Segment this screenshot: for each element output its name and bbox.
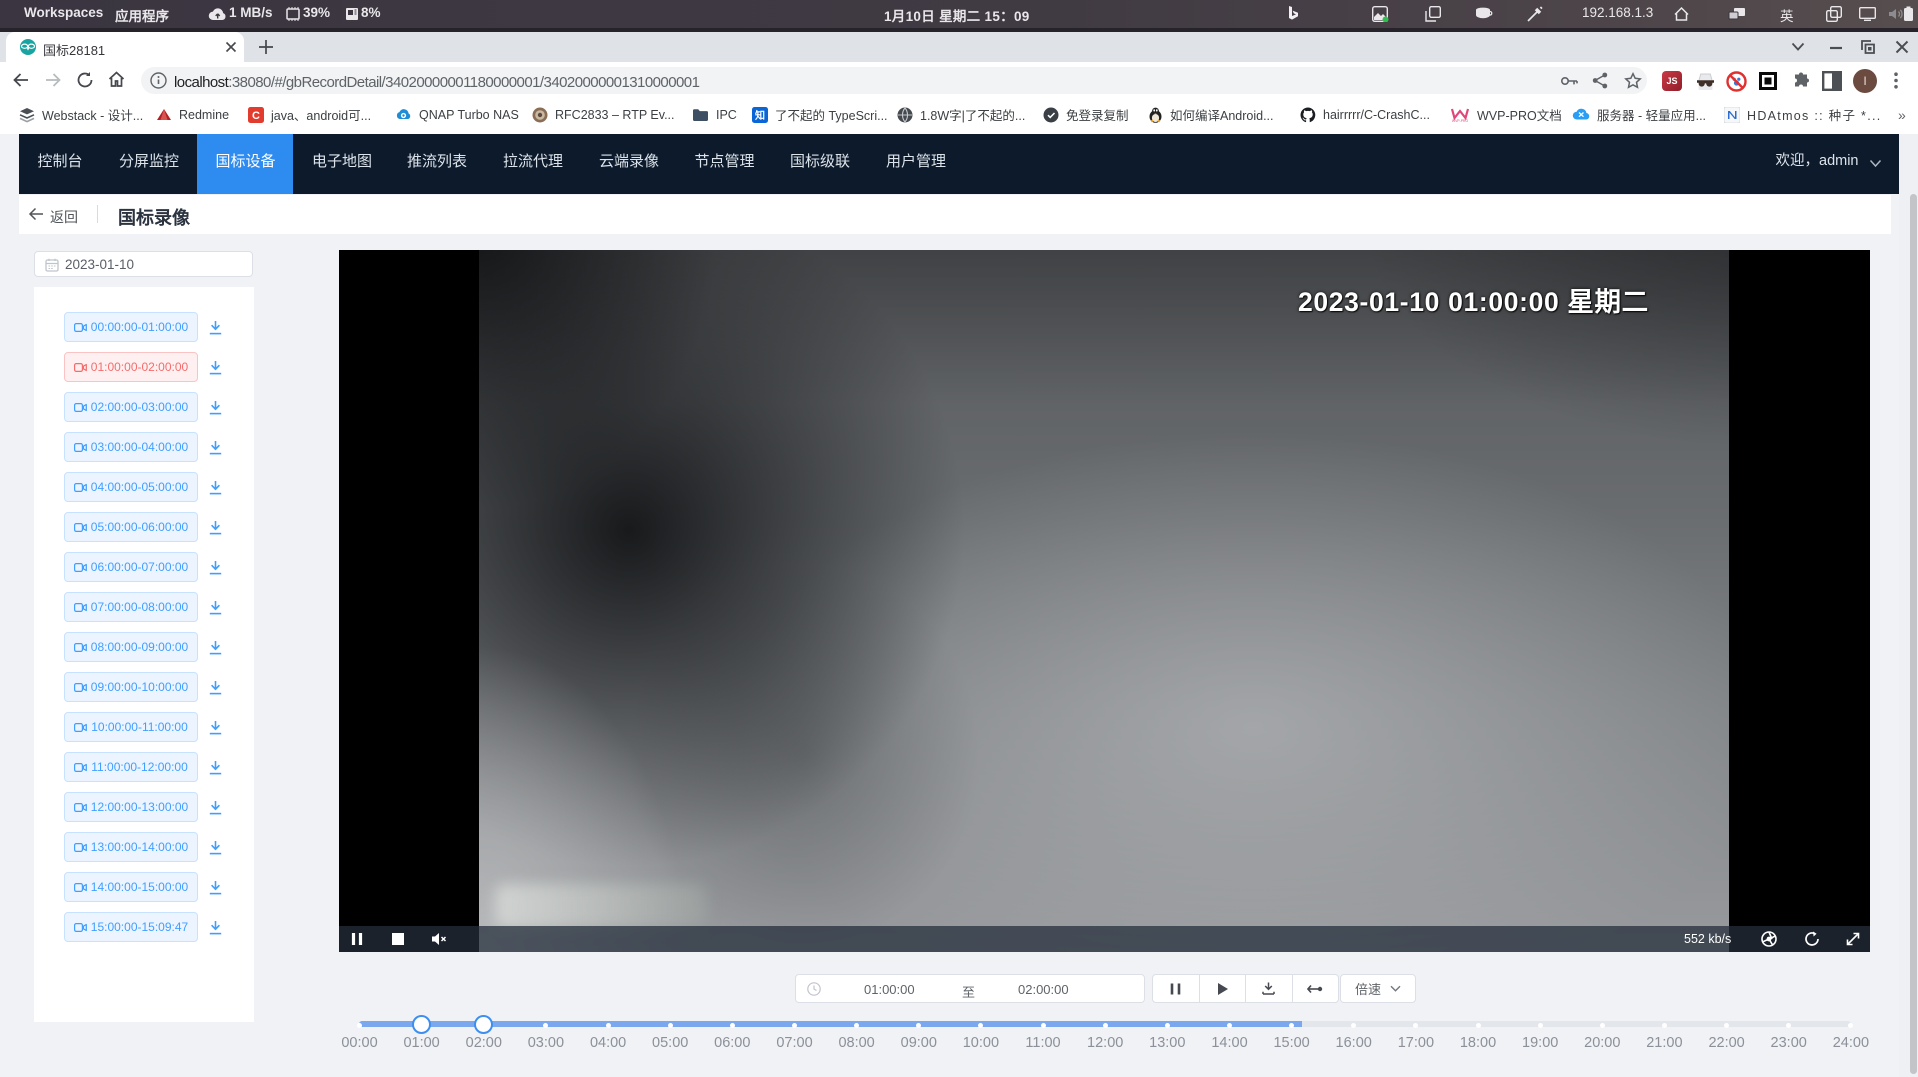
svg-text:C: C bbox=[252, 110, 260, 122]
svg-text:WVP-PRO: WVP-PRO bbox=[1452, 119, 1469, 123]
svg-text:知: 知 bbox=[754, 109, 765, 122]
